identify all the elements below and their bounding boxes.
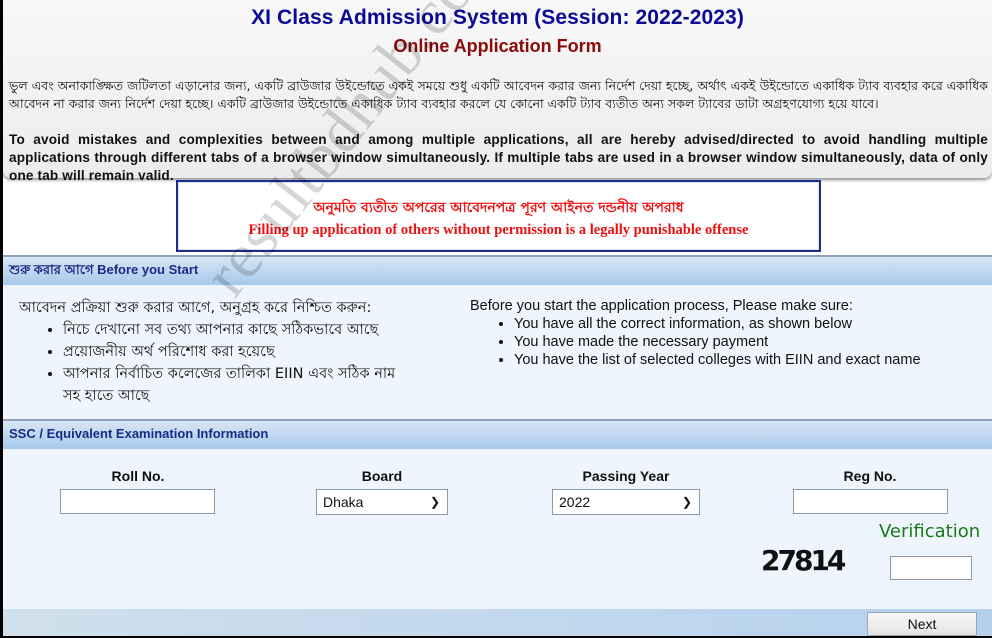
verification-input[interactable] xyxy=(890,556,972,580)
before-start-section: আবেদন প্রক্রিয়া শুরু করার আগে, অনুগ্রহ … xyxy=(3,285,992,419)
passing-year-select[interactable]: 2022 ❯ xyxy=(552,489,700,515)
chevron-down-icon: ❯ xyxy=(429,495,440,509)
before-start-english-intro: Before you start the application process… xyxy=(470,298,853,314)
list-item: আপনার নির্বাচিত কলেজের তালিকা EIIN এবং স… xyxy=(63,363,403,407)
before-start-english: Before you start the application process… xyxy=(470,297,921,369)
reg-input[interactable] xyxy=(793,489,948,514)
warning-bangla: অনুমতি ব্যতীত অপরের আবেদনপত্র পূরণ আইনত … xyxy=(313,200,684,216)
passing-year-label: Passing Year xyxy=(582,468,670,484)
page-subtitle: Online Application Form xyxy=(393,36,602,56)
passing-year-selected-value: 2022 xyxy=(559,494,591,510)
verification-label: Verification xyxy=(879,521,981,542)
before-start-heading: শুরু করার আগে Before you Start xyxy=(3,255,992,285)
ssc-info-heading: SSC / Equivalent Examination Information xyxy=(3,419,992,449)
board-select[interactable]: Dhaka ❯ xyxy=(316,489,448,515)
list-item: You have all the correct information, as… xyxy=(514,315,921,333)
notice-english: To avoid mistakes and complexities betwe… xyxy=(9,132,988,183)
before-start-bangla-list: নিচে দেখানো সব তথ্য আপনার কাছে সঠিকভাবে … xyxy=(63,319,403,407)
ssc-info-section: Roll No. Board Dhaka ❯ Passing Year 2022… xyxy=(3,449,992,609)
board-selected-value: Dhaka xyxy=(323,494,364,510)
captcha-code: 27814 xyxy=(761,544,846,577)
list-item: প্রয়োজনীয় অর্থ পরিশোধ করা হয়েছে xyxy=(63,341,403,363)
next-button[interactable]: Next xyxy=(867,612,977,636)
notice-bangla: ভুল এবং অনাকাঙ্ক্ষিত জটিলতা এড়ানোর জন্য… xyxy=(9,78,988,111)
chevron-down-icon: ❯ xyxy=(681,495,692,509)
before-start-english-list: You have all the correct information, as… xyxy=(514,315,921,369)
application-page: XI Class Admission System (Session: 2022… xyxy=(3,0,992,636)
list-item: নিচে দেখানো সব তথ্য আপনার কাছে সঠিকভাবে … xyxy=(63,319,403,341)
list-item: You have made the necessary payment xyxy=(514,333,921,351)
before-start-bangla-intro: আবেদন প্রক্রিয়া শুরু করার আগে, অনুগ্রহ … xyxy=(19,300,372,316)
roll-label: Roll No. xyxy=(111,468,165,484)
roll-input[interactable] xyxy=(60,489,215,514)
board-label: Board xyxy=(361,468,403,484)
page-title: XI Class Admission System (Session: 2022… xyxy=(251,6,744,29)
warning-english: Filling up application of others without… xyxy=(248,222,749,238)
reg-label: Reg No. xyxy=(843,468,897,484)
footer-bar xyxy=(3,609,992,636)
before-start-bangla: আবেদন প্রক্রিয়া শুরু করার আগে, অনুগ্রহ … xyxy=(19,297,403,407)
header-notice-card: XI Class Admission System (Session: 2022… xyxy=(3,0,992,183)
legal-warning-box: অনুমতি ব্যতীত অপরের আবেদনপত্র পূরণ আইনত … xyxy=(176,180,821,252)
list-item: You have the list of selected colleges w… xyxy=(514,351,921,369)
